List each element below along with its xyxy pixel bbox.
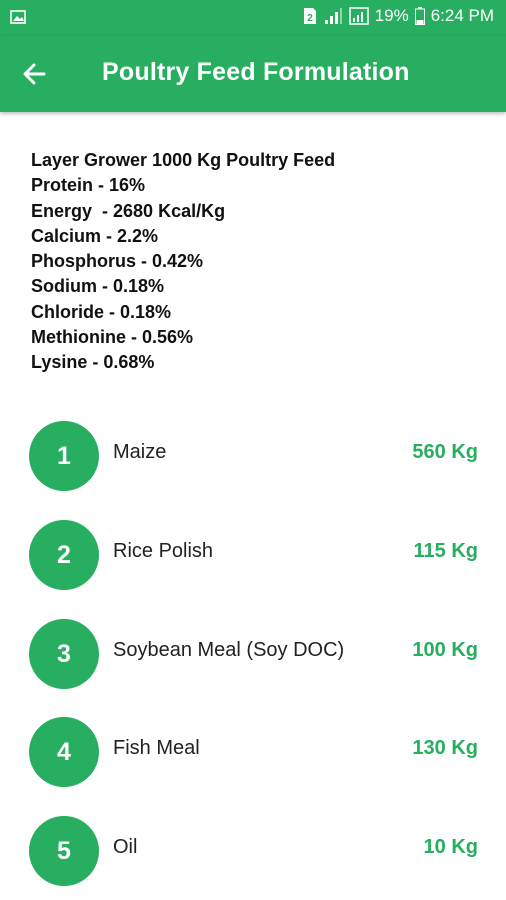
info-line: Phosphorus - 0.42% xyxy=(31,251,204,272)
item-number-badge: 2 xyxy=(29,520,99,590)
battery-icon xyxy=(414,7,425,25)
info-line: Methionine - 0.56% xyxy=(31,327,194,348)
info-line: Calcium - 2.2% xyxy=(31,225,159,246)
ingredient-name: Rice Polish xyxy=(113,540,214,562)
ingredient-name: Oil xyxy=(113,836,138,858)
info-line: Protein - 16% xyxy=(31,175,146,196)
ingredient-quantity: 560 Kg xyxy=(412,441,478,463)
ingredient-name: Fish Meal xyxy=(113,737,200,759)
list-item[interactable]: 3 Soybean Meal (Soy DOC) 100 Kg xyxy=(0,619,506,689)
ingredient-quantity: 130 Kg xyxy=(412,737,478,759)
item-number-badge: 4 xyxy=(29,717,99,787)
ingredient-name: Maize xyxy=(113,441,167,463)
ingredient-quantity: 10 Kg xyxy=(423,836,478,858)
feed-info: Layer Grower 1000 Kg Poultry Feed Protei… xyxy=(31,148,335,376)
list-item[interactable]: 2 Rice Polish 115 Kg xyxy=(0,520,506,590)
signal-icon-2 xyxy=(348,7,369,25)
feed-heading: Layer Grower 1000 Kg Poultry Feed xyxy=(31,150,336,170)
list-item[interactable]: 4 Fish Meal 130 Kg xyxy=(0,717,506,787)
info-line: Lysine - 0.68% xyxy=(31,352,155,373)
info-line: Energy - 2680 Kcal/Kg xyxy=(31,200,226,221)
sim-icon: 2 xyxy=(303,8,316,24)
svg-text:2: 2 xyxy=(307,13,313,24)
item-number-badge: 3 xyxy=(29,619,99,689)
ingredient-name: Soybean Meal (Soy DOC) xyxy=(113,639,345,661)
info-line: Chloride - 0.18% xyxy=(31,301,172,322)
item-number-badge: 5 xyxy=(29,816,99,886)
status-bar: 2 19% 6:24 PM xyxy=(0,0,506,36)
list-item[interactable]: 5 Oil 10 Kg xyxy=(0,816,506,886)
ingredient-quantity: 115 Kg xyxy=(413,540,478,562)
item-number-badge: 1 xyxy=(29,421,99,491)
page-title: Poultry Feed Formulation xyxy=(102,58,410,86)
list-item[interactable]: 1 Maize 560 Kg xyxy=(0,421,506,491)
arrow-back-icon[interactable] xyxy=(18,58,50,90)
battery-percent: 19% xyxy=(374,6,409,25)
app-bar: Poultry Feed Formulation xyxy=(0,36,506,112)
ingredient-quantity: 100 Kg xyxy=(412,639,478,661)
image-icon xyxy=(10,10,26,24)
clock: 6:24 PM xyxy=(430,6,494,25)
info-line: Sodium - 0.18% xyxy=(31,276,165,297)
signal-icon xyxy=(324,8,342,24)
